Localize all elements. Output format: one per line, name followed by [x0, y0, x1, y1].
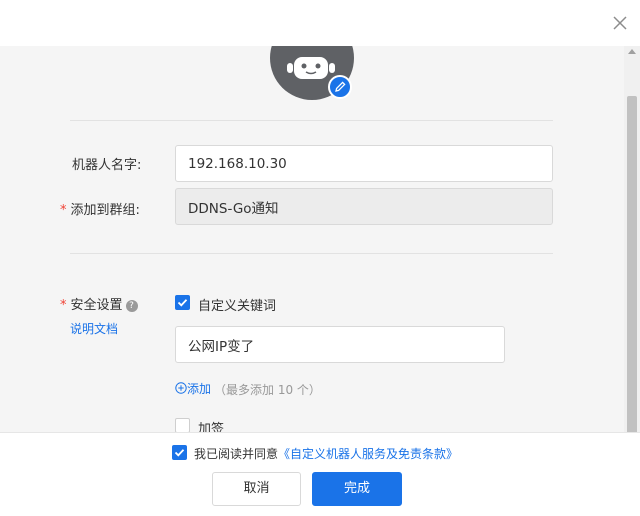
keyword-input[interactable]: [175, 326, 505, 363]
sign-checkbox[interactable]: [175, 418, 190, 432]
sign-option-label: 加签: [198, 422, 225, 432]
keyword-checkbox[interactable]: [175, 295, 190, 310]
cancel-button[interactable]: 取消: [212, 472, 301, 506]
terms-link[interactable]: 《自定义机器人服务及免责条款》: [278, 447, 458, 461]
scroll-thumb[interactable]: [627, 96, 637, 436]
required-mark: *: [60, 298, 67, 313]
agree-prefix: 我已阅读并同意: [194, 447, 279, 461]
group-input: [175, 188, 553, 225]
group-label: 添加到群组:: [70, 203, 140, 218]
divider: [70, 253, 553, 254]
scrollbar[interactable]: [624, 46, 640, 436]
scroll-up-arrow-icon[interactable]: [628, 49, 636, 54]
add-keyword-label: 添加: [187, 382, 212, 396]
security-label: 安全设置: [70, 298, 123, 313]
divider: [70, 120, 553, 121]
agree-checkbox[interactable]: [172, 445, 187, 460]
confirm-button[interactable]: 完成: [312, 472, 402, 506]
robot-name-label: 机器人名字:: [72, 158, 142, 173]
keyword-option-label: 自定义关键词: [198, 299, 277, 314]
robot-name-input[interactable]: [175, 145, 553, 182]
plus-circle-icon: [175, 382, 187, 394]
check-icon: [174, 449, 185, 457]
avatar-edit-button[interactable]: [328, 75, 352, 99]
required-mark: *: [60, 203, 67, 218]
pencil-icon: [335, 81, 346, 92]
doc-link[interactable]: 说明文档: [70, 320, 118, 337]
agree-text: 我已阅读并同意《自定义机器人服务及免责条款》: [194, 445, 458, 462]
close-icon[interactable]: [610, 13, 630, 33]
dialog-header: [0, 0, 640, 46]
dialog-body: 机器人名字: *添加到群组: *安全设置? 说明文档 自定义关键词 添加 （最多…: [0, 46, 624, 432]
check-icon: [177, 299, 188, 307]
security-label-row: * 安全设置?: [60, 294, 138, 313]
add-hint: （最多添加 10 个）: [214, 383, 321, 397]
add-keyword-link[interactable]: 添加: [175, 380, 211, 397]
group-label-row: * 添加到群组:: [60, 199, 140, 218]
question-circle-icon[interactable]: ?: [125, 300, 138, 312]
dialog-footer: 我已阅读并同意《自定义机器人服务及免责条款》 取消 完成: [0, 432, 640, 516]
